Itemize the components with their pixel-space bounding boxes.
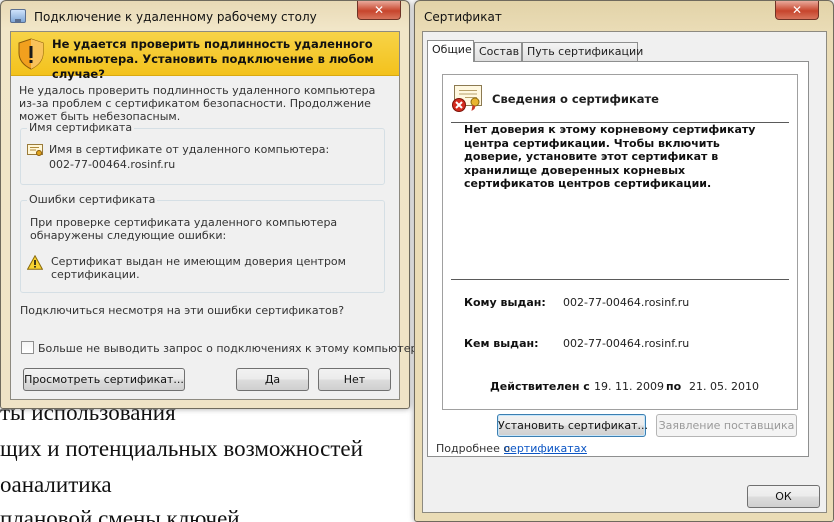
certificate-icon — [27, 144, 43, 156]
install-certificate-button[interactable]: Установить сертификат... — [497, 414, 648, 437]
cert-titlebar[interactable]: Сертификат ✕ — [415, 1, 833, 31]
no-button[interactable]: Нет — [318, 368, 391, 391]
yes-button[interactable]: Да — [236, 368, 309, 391]
rdp-close-button[interactable]: ✕ — [357, 1, 401, 20]
valid-to-label: по — [666, 380, 682, 393]
tab-general[interactable]: Общие — [427, 40, 474, 62]
issued-to-value: 002-77-00464.rosinf.ru — [563, 296, 690, 309]
warning-banner: Не удается проверить подлинность удаленн… — [11, 32, 399, 81]
warning-shield-icon — [18, 38, 44, 70]
cert-name-group: Имя сертификата Имя в сертификате от уда… — [20, 121, 385, 185]
certificates-link[interactable]: сертификатах — [504, 442, 587, 455]
tab-details[interactable]: Состав — [474, 42, 522, 61]
cert-name-label: Имя в сертификате от удаленного компьюте… — [49, 143, 330, 156]
certificate-info-box: Сведения о сертификате Нет доверия к это… — [442, 74, 798, 410]
untrusted-certificate-icon — [452, 85, 482, 112]
view-certificate-button[interactable]: Просмотреть сертификат... — [23, 368, 185, 391]
rdp-titlebar[interactable]: Подключение к удаленному рабочему столу … — [1, 1, 409, 31]
warning-icon — [27, 255, 43, 270]
issuer-statement-button[interactable]: Заявление поставщика — [656, 414, 797, 437]
dont-ask-label[interactable]: Больше не выводить запрос о подключениях… — [38, 342, 424, 355]
valid-from-label: Действителен с — [490, 380, 590, 393]
remote-desktop-icon — [10, 9, 26, 23]
background-text-line: оаналитика — [0, 472, 112, 497]
cert-window-title: Сертификат — [424, 10, 502, 24]
background-text-line: плановой смены ключей — [0, 506, 240, 522]
tab-certification-path[interactable]: Путь сертификации — [522, 42, 643, 61]
background-text-line: щих и потенциальных возможностей — [0, 436, 363, 461]
more-info-prefix: Подробнее о — [436, 442, 511, 455]
cert-name-group-title: Имя сертификата — [27, 121, 135, 134]
ok-button[interactable]: ОК — [747, 485, 820, 508]
valid-to-value: 21. 05. 2010 — [689, 380, 759, 393]
cert-close-button[interactable]: ✕ — [775, 1, 819, 20]
cert-errors-group-title: Ошибки сертификата — [27, 193, 158, 206]
cert-errors-group: Ошибки сертификата При проверке сертифик… — [20, 193, 385, 293]
rdp-warning-dialog: Подключение к удаленному рабочему столу … — [0, 0, 424, 409]
dont-ask-checkbox[interactable] — [21, 341, 34, 354]
general-tab-panel: Сведения о сертификате Нет доверия к это… — [427, 61, 809, 457]
connect-question: Подключиться несмотря на эти ошибки серт… — [20, 304, 345, 317]
rdp-window-title: Подключение к удаленному рабочему столу — [34, 10, 317, 24]
valid-from-value: 19. 11. 2009 — [594, 380, 664, 393]
untrusted-root-warning: Нет доверия к этому корневому сертификат… — [464, 123, 756, 190]
cert-name-value: 002-77-00464.rosinf.ru — [49, 158, 176, 171]
cert-errors-intro: При проверке сертификата удаленного комп… — [30, 216, 338, 242]
cert-error-text: Сертификат выдан не имеющим доверия цент… — [51, 255, 346, 281]
issued-by-value: 002-77-00464.rosinf.ru — [563, 337, 690, 350]
issued-to-label: Кому выдан: — [464, 296, 546, 309]
issued-by-label: Кем выдан: — [464, 337, 539, 350]
certificate-dialog: Сертификат ✕ Общие Состав Путь сертифика… — [414, 0, 834, 522]
warning-banner-text: Не удается проверить подлинность удаленн… — [52, 37, 374, 81]
info-divider — [451, 279, 789, 280]
cert-client-area: Общие Состав Путь сертификации Сведения … — [422, 31, 827, 513]
certificate-info-title: Сведения о сертификате — [492, 92, 659, 106]
rdp-client-area: Не удается проверить подлинность удаленн… — [10, 31, 424, 400]
warning-description: Не удалось проверить подлинность удаленн… — [19, 84, 376, 123]
